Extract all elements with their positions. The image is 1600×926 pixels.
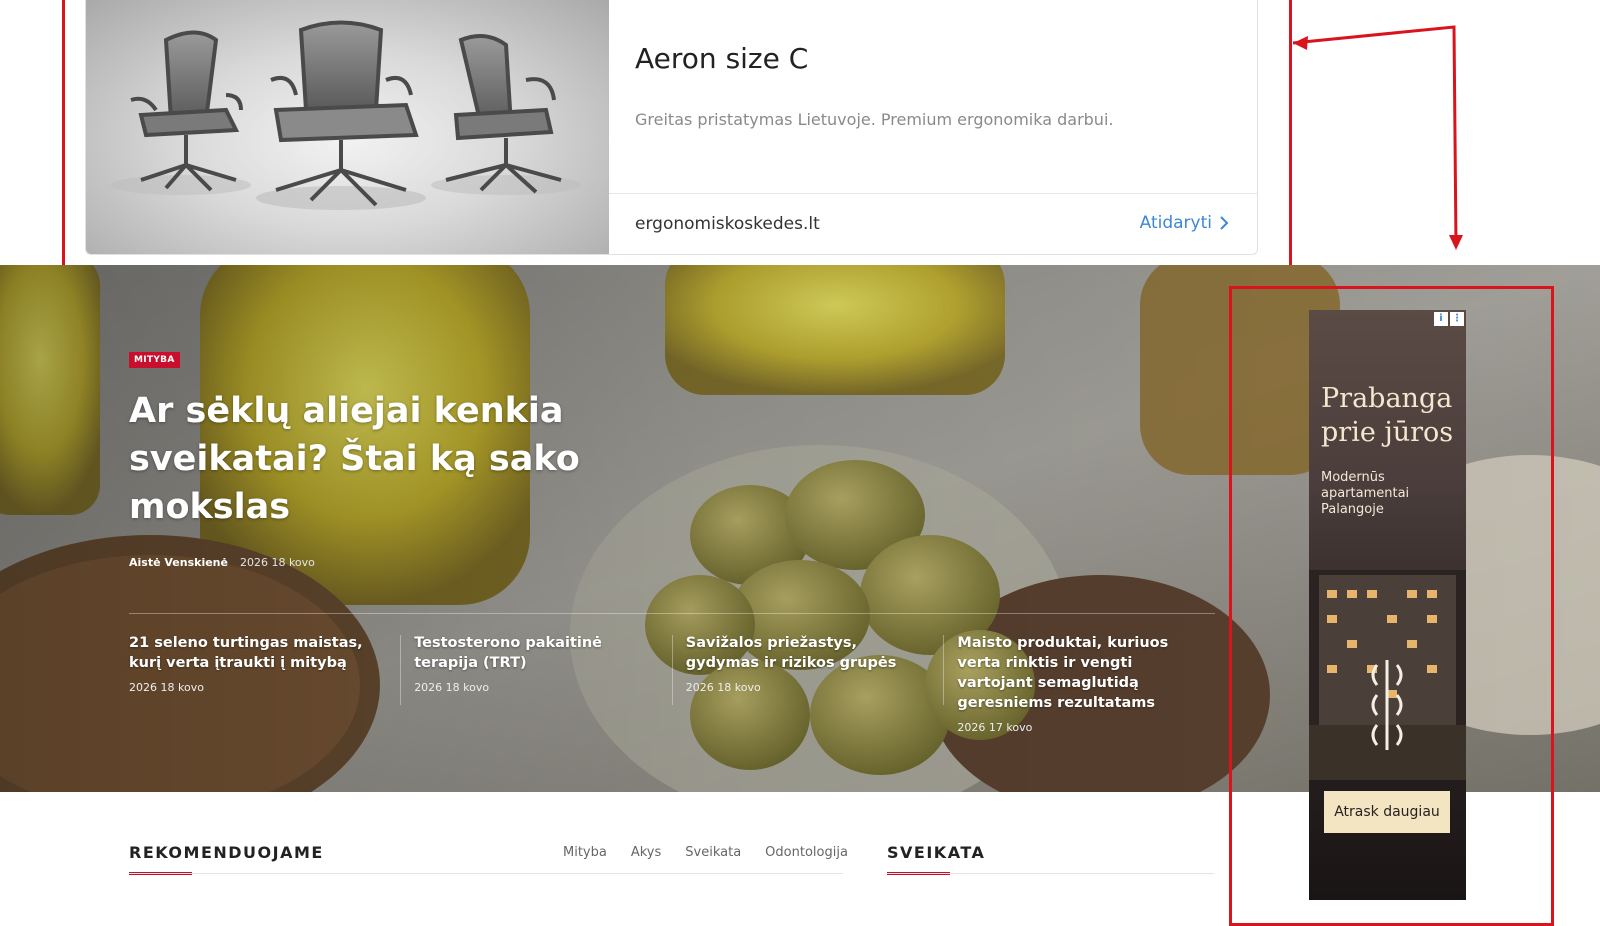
ad-open-button[interactable]: Atidaryti [1140,213,1229,233]
building-image [1309,570,1466,780]
tab-sveikata[interactable]: Sveikata [685,845,741,860]
sub-article-title[interactable]: Maisto produktai, kuriuos verta rinktis … [957,633,1195,713]
tab-mityba[interactable]: Mityba [563,845,607,860]
sub-article-date: 2026 18 kovo [129,681,204,694]
sub-article-date: 2026 18 kovo [685,681,761,694]
sub-article-title[interactable]: 21 seleno turtingas maistas, kurį verta … [129,633,380,673]
ad-domain[interactable]: ergonomiskoskedes.lt [635,214,820,234]
ad-open-label: Atidaryti [1139,213,1212,233]
side-ad-banner[interactable]: i ⋮ Prabanga prie jūros Modernūs apartam… [1309,310,1466,900]
ad-chairs-image[interactable] [86,0,609,254]
sub-article-date: 2026 17 kovo [957,721,1033,734]
sub-article[interactable]: 21 seleno turtingas maistas, kurį verta … [129,633,400,734]
side-ad-title: Prabanga prie jūros [1321,383,1454,448]
sub-article-list: 21 seleno turtingas maistas, kurį verta … [129,633,1215,734]
info-icon[interactable]: i [1434,312,1448,326]
recommend-rule [129,873,843,874]
chevron-right-icon [1220,216,1229,230]
hero-date: 2026 18 kovo [239,556,315,569]
recommend-tabs: Mityba Akys Sveikata Odontologija [563,845,848,860]
sub-article[interactable]: Maisto produktai, kuriuos verta rinktis … [943,633,1215,734]
sub-article-date: 2026 18 kovo [414,681,490,694]
category-tag[interactable]: MITYBA [129,352,180,368]
hero-meta: Aistė Venskienė 2026 18 kovo [129,556,315,569]
side-ad-cta-button[interactable]: Atrask daugiau [1324,791,1450,833]
tab-odontologija[interactable]: Odontologija [765,845,848,860]
sub-article-title[interactable]: Testosterono pakaitinė terapija (TRT) [414,633,652,673]
hero-title[interactable]: Ar sėklų aliejai kenkia sveikatai? Štai … [129,387,599,531]
side-ad-subtitle: Modernūs apartamentai Palangoje [1321,470,1410,517]
hero-author[interactable]: Aistė Venskienė [129,556,228,569]
annotation-arrow [1292,25,1463,250]
ad-divider [609,193,1257,194]
ad-title[interactable]: Aeron size C [635,42,808,75]
sub-article-title[interactable]: Savižalos priežastys, gydymas ir rizikos… [686,633,924,673]
top-ad-card[interactable]: Aeron size C Greitas pristatymas Lietuvo… [85,0,1258,255]
health-heading: SVEIKATA [887,843,986,862]
ad-choices[interactable]: i ⋮ [1434,312,1464,326]
ad-description: Greitas pristatymas Lietuvoje. Premium e… [635,110,1114,129]
recommend-heading: REKOMENDUOJAME [129,843,324,862]
tab-akys[interactable]: Akys [631,845,661,860]
menu-dots-icon[interactable]: ⋮ [1450,312,1464,326]
sub-article[interactable]: Testosterono pakaitinė terapija (TRT) 20… [400,633,672,734]
sub-article[interactable]: Savižalos priežastys, gydymas ir rizikos… [671,633,944,734]
health-rule [887,873,1214,874]
hero-separator [129,613,1215,614]
